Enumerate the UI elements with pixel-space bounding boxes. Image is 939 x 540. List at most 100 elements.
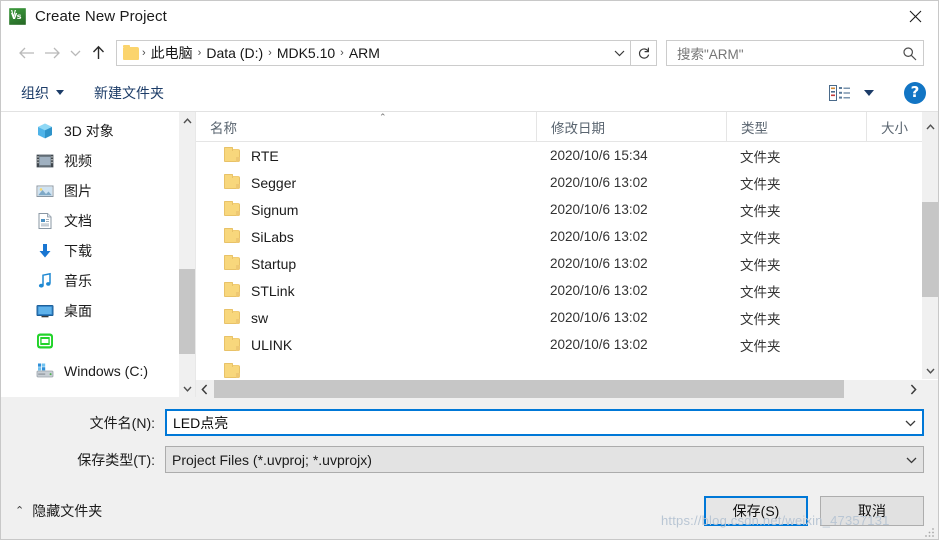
list-scroll-up-button[interactable] bbox=[922, 112, 938, 142]
file-name-cell: Segger bbox=[196, 174, 536, 191]
folder-icon bbox=[123, 45, 139, 60]
sidebar-item-label: 视频 bbox=[64, 153, 92, 169]
column-header-label: 大小 bbox=[881, 120, 908, 136]
table-row[interactable]: ULINK 2020/10/6 13:02 文件夹 bbox=[196, 331, 938, 358]
refresh-button[interactable] bbox=[631, 40, 657, 66]
file-name: Segger bbox=[251, 174, 297, 191]
column-header-name[interactable]: 名称 ⌃ bbox=[196, 112, 536, 141]
hide-folders-toggle[interactable]: ⌃ 隐藏文件夹 bbox=[15, 501, 102, 521]
file-date: 2020/10/6 13:02 bbox=[550, 175, 648, 190]
file-list-scroll-thumb[interactable] bbox=[922, 202, 938, 297]
organize-button[interactable]: 组织 bbox=[15, 80, 70, 106]
sidebar-item-documents[interactable]: 文档 bbox=[1, 206, 195, 236]
new-folder-button[interactable]: 新建文件夹 bbox=[88, 80, 170, 106]
sidebar-item-3d-objects[interactable]: 3D 对象 bbox=[1, 116, 195, 146]
folder-icon bbox=[224, 282, 240, 297]
sidebar-scroll-up-button[interactable] bbox=[179, 112, 195, 129]
breadcrumb[interactable]: › 此电脑 › Data (D:) › MDK5.10 › ARM bbox=[116, 40, 631, 66]
file-date: 2020/10/6 13:02 bbox=[550, 202, 648, 217]
scroll-corner bbox=[922, 380, 938, 398]
forward-button[interactable] bbox=[39, 40, 65, 66]
dialog-body: 3D 对象 视频 图片 文档 下载 音乐 桌面 Windows (C:) 名称 … bbox=[1, 112, 938, 398]
sidebar-item-desktop[interactable]: 桌面 bbox=[1, 296, 195, 326]
column-header-label: 类型 bbox=[741, 120, 768, 136]
table-row[interactable]: sw 2020/10/6 13:02 文件夹 bbox=[196, 304, 938, 331]
table-row[interactable]: Signum 2020/10/6 13:02 文件夹 bbox=[196, 196, 938, 223]
command-toolbar: 组织 新建文件夹 ? bbox=[1, 74, 938, 112]
help-button[interactable]: ? bbox=[904, 81, 926, 104]
table-row[interactable]: RTE 2020/10/6 15:34 文件夹 bbox=[196, 142, 938, 169]
filetype-select[interactable]: Project Files (*.uvproj; *.uvprojx) bbox=[165, 446, 924, 473]
sidebar-scroll-track[interactable] bbox=[179, 129, 195, 380]
sidebar-item-music[interactable]: 音乐 bbox=[1, 266, 195, 296]
breadcrumb-dropdown-button[interactable] bbox=[608, 49, 630, 57]
sidebar-scrollbar[interactable] bbox=[179, 112, 195, 397]
file-rows[interactable]: RTE 2020/10/6 15:34 文件夹 Segger 2020/10/6… bbox=[196, 142, 938, 379]
sidebar-item-windows-c[interactable]: Windows (C:) bbox=[1, 356, 195, 386]
chevron-down-icon bbox=[906, 457, 916, 463]
resize-grip-icon[interactable] bbox=[924, 526, 935, 537]
sidebar-scroll-down-button[interactable] bbox=[179, 380, 195, 397]
search-input[interactable]: 搜索"ARM" bbox=[677, 43, 902, 63]
file-type: 文件夹 bbox=[740, 311, 781, 327]
column-header-type[interactable]: 类型 bbox=[726, 112, 866, 141]
file-list-scrollbar[interactable] bbox=[922, 142, 938, 379]
up-one-level-button[interactable] bbox=[85, 40, 111, 66]
breadcrumb-item-0[interactable]: 此电脑 bbox=[147, 43, 197, 63]
close-icon bbox=[909, 10, 921, 23]
file-name-cell: SiLabs bbox=[196, 228, 536, 245]
chevron-down-icon bbox=[614, 50, 624, 57]
sidebar-item-downloads[interactable]: 下载 bbox=[1, 236, 195, 266]
chevron-down-icon bbox=[905, 420, 915, 426]
sidebar-item-videos[interactable]: 视频 bbox=[1, 146, 195, 176]
file-name-cell: STLink bbox=[196, 282, 536, 299]
close-button[interactable] bbox=[892, 1, 938, 32]
file-type: 文件夹 bbox=[740, 149, 781, 165]
folder-icon bbox=[224, 309, 240, 324]
navigation-list: 3D 对象 视频 图片 文档 下载 音乐 桌面 Windows (C:) bbox=[1, 112, 195, 386]
sidebar-item-label: 图片 bbox=[64, 183, 92, 199]
save-form: 文件名(N): LED点亮 保存类型(T): Project Files (*.… bbox=[1, 397, 938, 483]
hscroll-right-button[interactable] bbox=[905, 380, 922, 398]
filename-dropdown-button[interactable] bbox=[898, 419, 922, 427]
back-button[interactable] bbox=[13, 40, 39, 66]
table-row[interactable]: STLink 2020/10/6 13:02 文件夹 bbox=[196, 277, 938, 304]
filename-input[interactable]: LED点亮 bbox=[165, 409, 924, 436]
table-row[interactable]: Startup 2020/10/6 13:02 文件夹 bbox=[196, 250, 938, 277]
new-folder-label: 新建文件夹 bbox=[94, 84, 164, 101]
chevron-up-icon bbox=[182, 117, 192, 123]
sidebar-item-pictures[interactable]: 图片 bbox=[1, 176, 195, 206]
table-row-partial[interactable] bbox=[196, 358, 938, 379]
chevron-down-icon bbox=[70, 50, 80, 57]
table-row[interactable]: SiLabs 2020/10/6 13:02 文件夹 bbox=[196, 223, 938, 250]
videos-icon bbox=[36, 152, 54, 170]
change-view-button[interactable] bbox=[825, 82, 878, 104]
hscroll-thumb[interactable] bbox=[214, 380, 844, 398]
keil-uvision-icon bbox=[9, 8, 26, 25]
recent-locations-button[interactable] bbox=[65, 40, 85, 66]
sidebar-item-label: 3D 对象 bbox=[64, 123, 114, 139]
breadcrumb-item-1[interactable]: Data (D:) bbox=[202, 45, 267, 61]
chevron-right-icon bbox=[910, 383, 917, 395]
hscroll-left-button[interactable] bbox=[196, 380, 213, 398]
sidebar-item-label: 音乐 bbox=[64, 273, 92, 289]
sidebar-item-label: 桌面 bbox=[64, 303, 92, 319]
chevron-left-icon bbox=[201, 383, 208, 395]
sidebar-item-green-drive[interactable] bbox=[1, 326, 195, 356]
sidebar-scroll-thumb[interactable] bbox=[179, 269, 195, 354]
file-list-hscrollbar[interactable] bbox=[196, 379, 938, 398]
table-row[interactable]: Segger 2020/10/6 13:02 文件夹 bbox=[196, 169, 938, 196]
filename-value[interactable]: LED点亮 bbox=[167, 413, 898, 433]
breadcrumb-item-2[interactable]: MDK5.10 bbox=[273, 45, 339, 61]
file-list-scroll-down-button[interactable] bbox=[922, 362, 938, 379]
column-header-date[interactable]: 修改日期 bbox=[536, 112, 726, 141]
search-box[interactable]: 搜索"ARM" bbox=[666, 40, 924, 66]
filetype-dropdown-button[interactable] bbox=[899, 456, 923, 464]
folder-icon bbox=[224, 201, 240, 216]
pictures-icon bbox=[36, 182, 54, 200]
chevron-down-icon bbox=[182, 386, 192, 392]
breadcrumb-item-3[interactable]: ARM bbox=[345, 45, 384, 61]
folder-icon bbox=[224, 228, 240, 243]
column-header-size[interactable]: 大小 bbox=[866, 112, 922, 141]
file-type: 文件夹 bbox=[740, 338, 781, 354]
